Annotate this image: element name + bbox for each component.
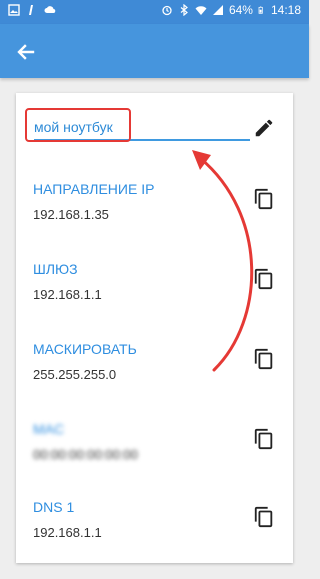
pencil-icon[interactable] (253, 117, 275, 139)
cloud-icon (44, 6, 56, 14)
app-bar (0, 24, 309, 78)
field-ip-address: НАПРАВЛЕНИЕ IP 192.168.1.35 (16, 181, 293, 261)
battery-icon (258, 6, 263, 14)
field-value: 192.168.1.1 (33, 525, 102, 540)
field-label: MAC (33, 421, 65, 437)
field-value: 255.255.255.0 (33, 367, 117, 382)
field-dns-1: DNS 1 192.168.1.1 (16, 499, 293, 579)
field-value: 192.168.1.35 (33, 207, 109, 222)
field-label: МАСКИРОВАТЬ (33, 341, 137, 357)
copy-icon[interactable] (253, 427, 275, 451)
battery-percent: 64% (228, 3, 253, 17)
field-label: DNS 1 (33, 499, 75, 515)
field-subnet-mask: МАСКИРОВАТЬ 255.255.255.0 (16, 341, 293, 421)
field-label: НАПРАВЛЕНИЕ IP (33, 181, 155, 197)
field-gateway: ШЛЮЗ 192.168.1.1 (16, 261, 293, 341)
annotation-highlight-box (25, 108, 131, 142)
field-value: 00:00:00:00:00:00 (33, 447, 138, 462)
wifi-icon (195, 6, 207, 15)
signal-icon (212, 5, 223, 15)
status-bar-system: 64% 14:18 (161, 3, 301, 17)
device-details-card: НАПРАВЛЕНИЕ IP 192.168.1.35 ШЛЮЗ 192.168… (16, 93, 293, 563)
arrow-left-icon[interactable] (12, 38, 40, 66)
copy-icon[interactable] (253, 505, 275, 529)
gallery-icon (8, 4, 20, 16)
app-logo-icon (29, 5, 33, 15)
clock: 14:18 (270, 3, 301, 17)
copy-icon[interactable] (253, 187, 275, 211)
alarm-icon (162, 5, 172, 16)
status-bar-notifications (8, 4, 56, 16)
copy-icon[interactable] (253, 347, 275, 371)
copy-icon[interactable] (253, 267, 275, 291)
field-mac-address: MAC 00:00:00:00:00:00 (16, 421, 293, 501)
bluetooth-icon (180, 4, 188, 16)
field-value: 192.168.1.1 (33, 287, 102, 302)
field-label: ШЛЮЗ (33, 261, 78, 277)
device-name-row (16, 93, 293, 165)
status-bar: 64% 14:18 (0, 0, 309, 24)
